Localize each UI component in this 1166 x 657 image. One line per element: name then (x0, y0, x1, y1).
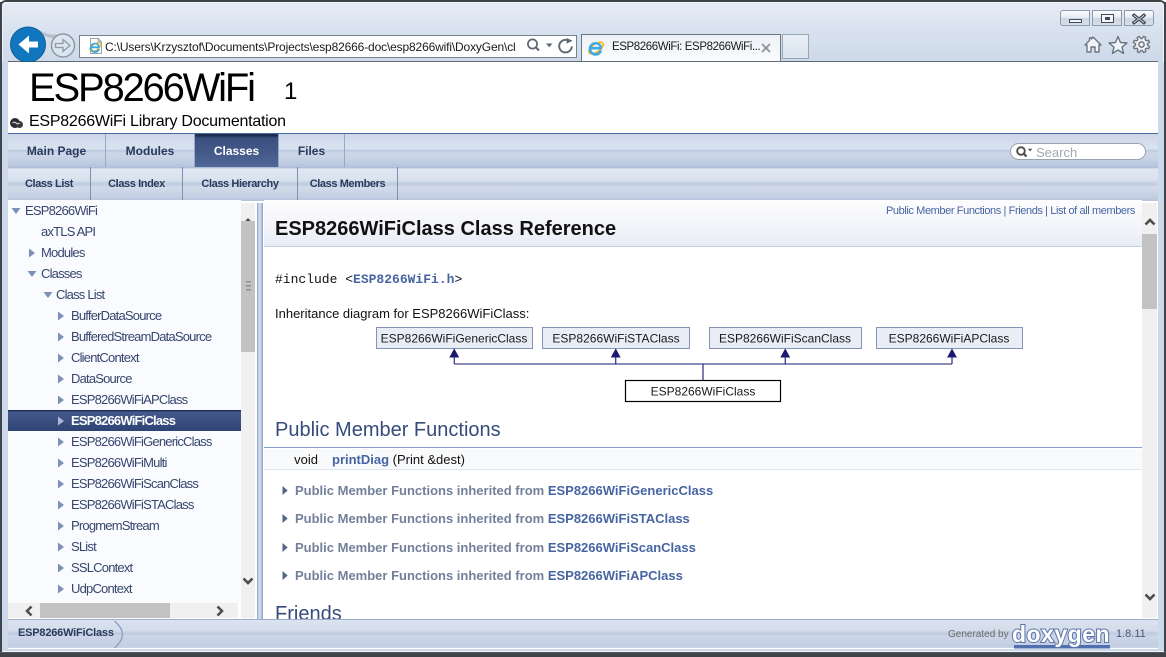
svg-text:ESP8266WiFiScanClass: ESP8266WiFiScanClass (719, 332, 851, 346)
svg-text:ESP8266WiFiAPClass: ESP8266WiFiAPClass (889, 332, 1010, 346)
svg-text:ESP8266WiFiClass: ESP8266WiFiClass (651, 385, 756, 399)
svg-text:ESP8266WiFiGenericClass: ESP8266WiFiGenericClass (381, 332, 528, 346)
svg-text:ESP8266WiFiSTAClass: ESP8266WiFiSTAClass (552, 332, 679, 346)
svg-text:doxygen: doxygen (1012, 622, 1110, 647)
